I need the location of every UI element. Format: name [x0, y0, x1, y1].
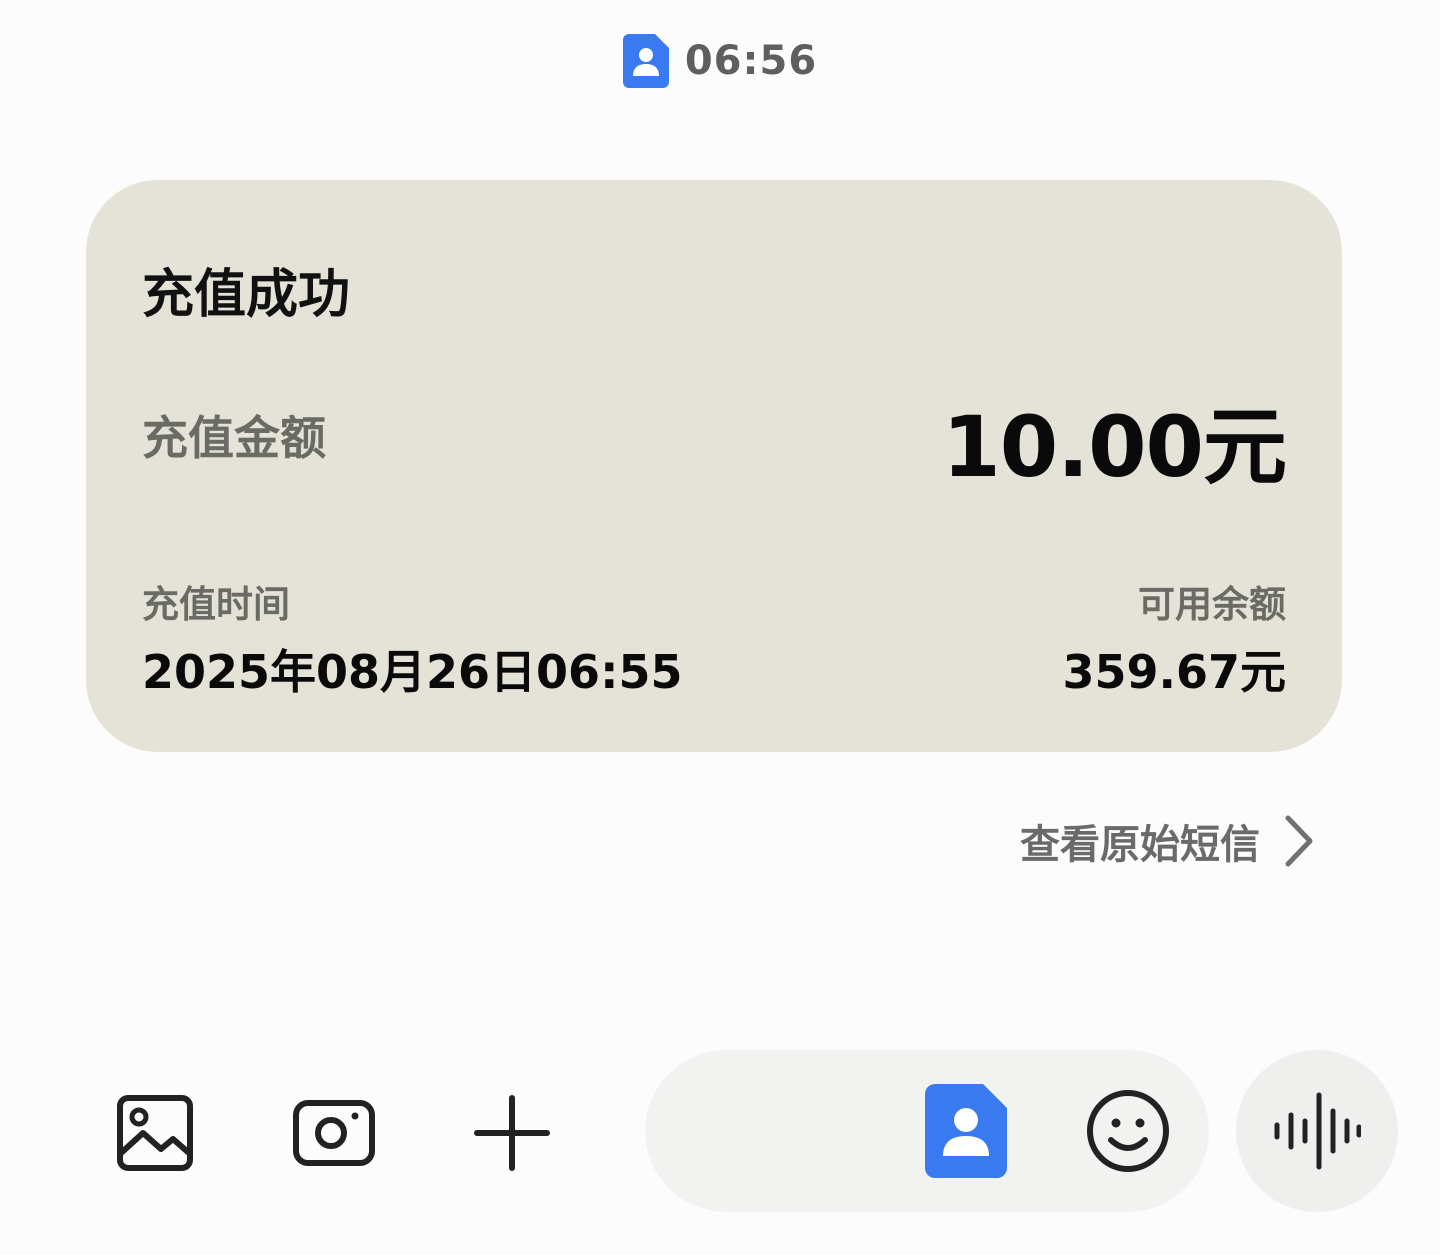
- message-input-field[interactable]: [645, 1050, 1209, 1212]
- recharge-time-label: 充值时间: [142, 583, 290, 626]
- card-title: 充值成功: [142, 265, 351, 325]
- voice-input-button[interactable]: [1236, 1050, 1398, 1212]
- image-icon: [117, 1095, 193, 1171]
- smiley-icon[interactable]: [1085, 1088, 1171, 1174]
- recharge-time-value: 2025年08月26日06:55: [142, 645, 683, 699]
- sim-card-contact-icon: [622, 34, 669, 88]
- view-original-sms-link[interactable]: 查看原始短信: [1020, 812, 1316, 870]
- view-original-sms-label: 查看原始短信: [1020, 822, 1260, 868]
- balance-value: 359.67元: [1062, 645, 1286, 699]
- balance-label: 可用余额: [1138, 583, 1286, 626]
- sim-card-select-button[interactable]: [925, 1084, 1007, 1178]
- recharge-card: 充值成功 充值金额 10.00元 充值时间 2025年08月26日06:55 可…: [86, 180, 1342, 752]
- add-attachment-button[interactable]: [466, 1088, 558, 1178]
- voice-waveform-icon: [1274, 1092, 1361, 1170]
- message-time: 06:56: [684, 38, 818, 84]
- amount-label: 充值金额: [142, 411, 326, 465]
- chevron-right-icon: [1285, 815, 1313, 867]
- plus-icon: [474, 1095, 550, 1171]
- gallery-button[interactable]: [110, 1088, 200, 1178]
- message-detail-page: 06:56 充值成功 充值金额 10.00元 充值时间 2025年08月26日0…: [0, 0, 1440, 1255]
- message-header: 06:56: [0, 34, 1440, 88]
- camera-icon: [293, 1100, 375, 1166]
- camera-button[interactable]: [288, 1088, 380, 1178]
- amount-value: 10.00元: [942, 398, 1287, 496]
